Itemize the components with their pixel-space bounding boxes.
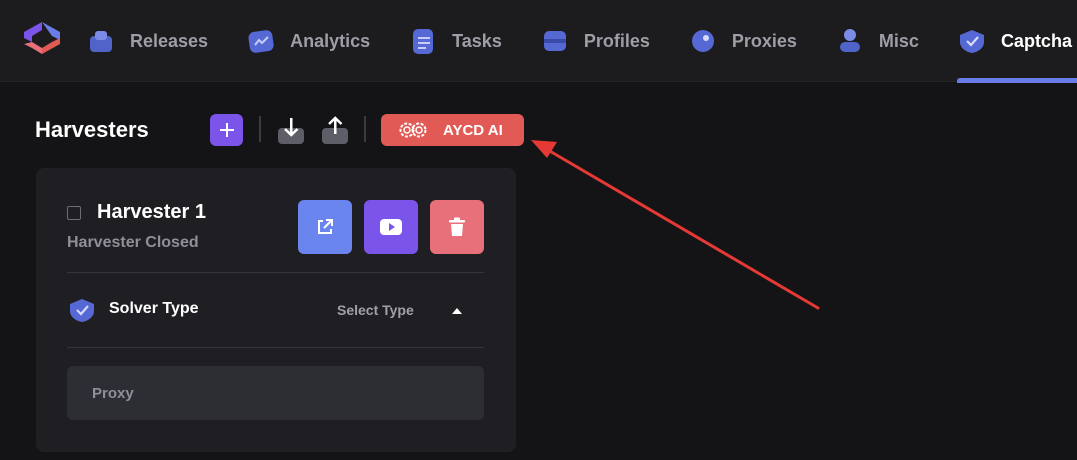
toolbar-divider (364, 116, 366, 142)
toolbar-divider (259, 116, 261, 142)
tab-proxies[interactable]: Proxies (688, 0, 797, 82)
tab-label: Profiles (583, 30, 650, 51)
tab-analytics[interactable]: Analytics (246, 0, 370, 82)
tab-label: Proxies (731, 30, 797, 51)
profiles-icon (540, 26, 570, 56)
tab-captcha[interactable]: Captcha (956, 0, 1077, 83)
tab-label: Captcha (1000, 30, 1072, 51)
harvester-card: Harvester 1 Harvester Closed Solver Type… (36, 168, 516, 452)
solver-shield-icon (70, 299, 94, 322)
export-icon[interactable] (320, 114, 350, 146)
import-icon[interactable] (276, 114, 306, 146)
external-link-icon (318, 219, 333, 234)
tab-tasks[interactable]: Tasks (408, 0, 502, 82)
youtube-icon (380, 219, 402, 235)
tab-releases[interactable]: Releases (86, 0, 208, 82)
add-harvester-button[interactable] (210, 114, 243, 146)
misc-icon (835, 26, 865, 56)
captcha-icon (957, 26, 987, 56)
tab-label: Tasks (452, 30, 502, 51)
delete-harvester-button[interactable] (430, 200, 484, 254)
tasks-icon (408, 26, 438, 56)
top-nav-bar: Releases Analytics Tasks Profiles Proxie… (0, 0, 1077, 83)
plus-icon (219, 123, 234, 137)
releases-icon (86, 26, 116, 56)
app-logo-icon[interactable] (18, 18, 66, 60)
harvester-status: Harvester Closed (67, 234, 199, 251)
open-harvester-button[interactable] (298, 200, 352, 254)
harvester-select-checkbox[interactable] (67, 206, 81, 220)
aycd-ai-label: AYCD AI (443, 121, 503, 139)
tab-label: Analytics (290, 30, 371, 51)
page-title: Harvesters (35, 117, 149, 142)
solver-type-label: Solver Type (109, 300, 199, 317)
analytics-icon (246, 26, 276, 56)
card-divider (67, 347, 484, 348)
proxy-input[interactable]: Proxy (67, 366, 484, 420)
youtube-login-button[interactable] (364, 200, 418, 254)
harvester-name: Harvester 1 (97, 201, 206, 223)
aycd-ai-button[interactable]: AYCD AI (381, 114, 524, 146)
tab-misc[interactable]: Misc (835, 0, 919, 82)
solver-type-select[interactable]: Select Type (337, 302, 414, 318)
tab-profiles[interactable]: Profiles (540, 0, 650, 82)
tab-label: Releases (130, 30, 209, 51)
trash-icon (449, 217, 465, 236)
nav-tabs: Releases Analytics Tasks Profiles Proxie… (86, 0, 1077, 83)
proxies-icon (688, 26, 718, 56)
caret-up-icon[interactable] (451, 307, 463, 315)
card-divider (67, 272, 484, 273)
tab-label: Misc (878, 30, 919, 51)
gears-icon (399, 122, 427, 138)
